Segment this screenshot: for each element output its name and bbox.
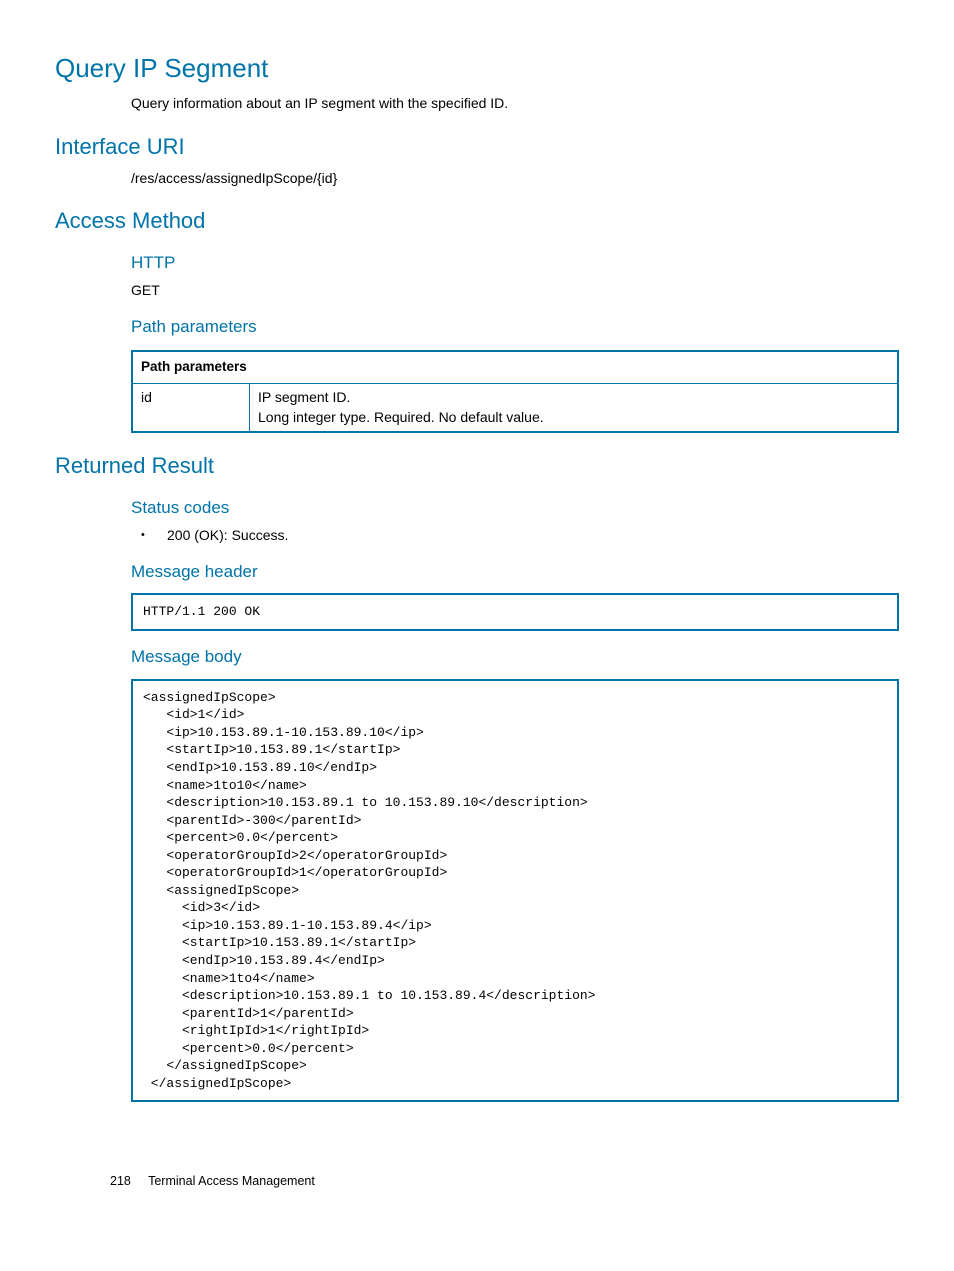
path-parameters-table: Path parameters id IP segment ID. Long i… [131, 350, 899, 433]
message-header-heading: Message header [55, 560, 899, 584]
section-returned-result-heading: Returned Result [55, 451, 899, 482]
table-header-cell: Path parameters [132, 351, 898, 383]
page-description: Query information about an IP segment wi… [55, 94, 899, 114]
param-name-cell: id [132, 384, 250, 433]
bullet-icon: • [141, 528, 145, 543]
param-desc-line2: Long integer type. Required. No default … [258, 408, 889, 428]
table-row: id IP segment ID. Long integer type. Req… [132, 384, 898, 433]
param-desc-cell: IP segment ID. Long integer type. Requir… [250, 384, 899, 433]
page-title: Query IP Segment [55, 50, 899, 86]
http-method-value: GET [55, 281, 899, 301]
http-heading: HTTP [55, 251, 899, 275]
page-footer: 218 Terminal Access Management [110, 1173, 315, 1191]
path-parameters-heading: Path parameters [55, 315, 899, 339]
section-interface-uri-heading: Interface URI [55, 132, 899, 163]
param-desc-line1: IP segment ID. [258, 388, 889, 408]
section-access-method-heading: Access Method [55, 206, 899, 237]
message-body-heading: Message body [55, 645, 899, 669]
page-number: 218 [110, 1174, 131, 1188]
message-header-code: HTTP/1.1 200 OK [131, 593, 899, 631]
status-code-text: 200 (OK): Success. [167, 527, 288, 543]
table-header-row: Path parameters [132, 351, 898, 383]
message-body-code: <assignedIpScope> <id>1</id> <ip>10.153.… [131, 679, 899, 1103]
interface-uri-value: /res/access/assignedIpScope/{id} [55, 169, 899, 189]
status-codes-heading: Status codes [55, 496, 899, 520]
status-code-item: • 200 (OK): Success. [55, 526, 899, 546]
chapter-name: Terminal Access Management [148, 1174, 315, 1188]
